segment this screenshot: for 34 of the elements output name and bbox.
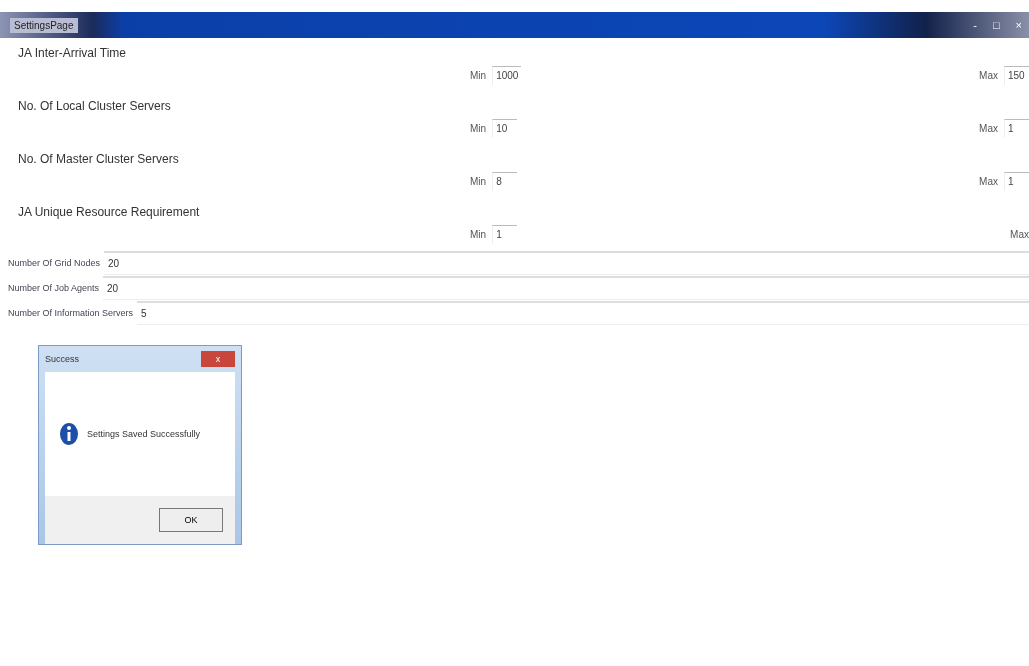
max-label: Max [979, 123, 998, 134]
field-label: Number Of Job Agents [8, 282, 100, 293]
window-control-button[interactable]: □ [989, 19, 1003, 31]
dialog-message: Settings Saved Successfully [87, 429, 201, 439]
ok-button[interactable]: OK [159, 508, 223, 532]
min-field[interactable]: 1 [492, 225, 518, 244]
input-field[interactable]: 5 [137, 300, 1029, 325]
min-label: Min [470, 123, 487, 134]
max-label: Max [1010, 229, 1029, 240]
min-label: Min [470, 176, 487, 187]
section-heading: No. Of Master Cluster Servers [17, 151, 180, 168]
min-label: Min [470, 70, 487, 81]
field-label: Number Of Grid Nodes [8, 257, 101, 268]
section-heading: JA Inter-Arrival Time [17, 45, 128, 62]
dialog-title: Success [45, 354, 79, 364]
max-field[interactable]: 1 [1004, 119, 1029, 138]
section-heading: JA Unique Resource Requirement [17, 204, 201, 221]
min-label: Min [470, 229, 487, 240]
window-control-button[interactable]: × [1012, 19, 1025, 31]
min-field[interactable]: 8 [492, 172, 518, 191]
window-title: SettingsPage [10, 17, 78, 33]
max-label: Max [979, 176, 998, 187]
close-button[interactable]: x [201, 351, 235, 367]
max-field[interactable]: 1 [1004, 172, 1029, 191]
min-field[interactable]: 1000 [492, 66, 522, 85]
input-field[interactable]: 20 [103, 275, 1029, 300]
input-field[interactable]: 20 [104, 250, 1029, 275]
field-label: Number Of Information Servers [8, 307, 134, 318]
max-label: Max [979, 70, 998, 81]
max-field[interactable]: 150 [1004, 66, 1029, 85]
min-field[interactable]: 10 [492, 119, 518, 138]
window-control-button[interactable]: - [970, 19, 980, 31]
info-icon [59, 422, 79, 446]
section-heading: No. Of Local Cluster Servers [17, 98, 172, 115]
